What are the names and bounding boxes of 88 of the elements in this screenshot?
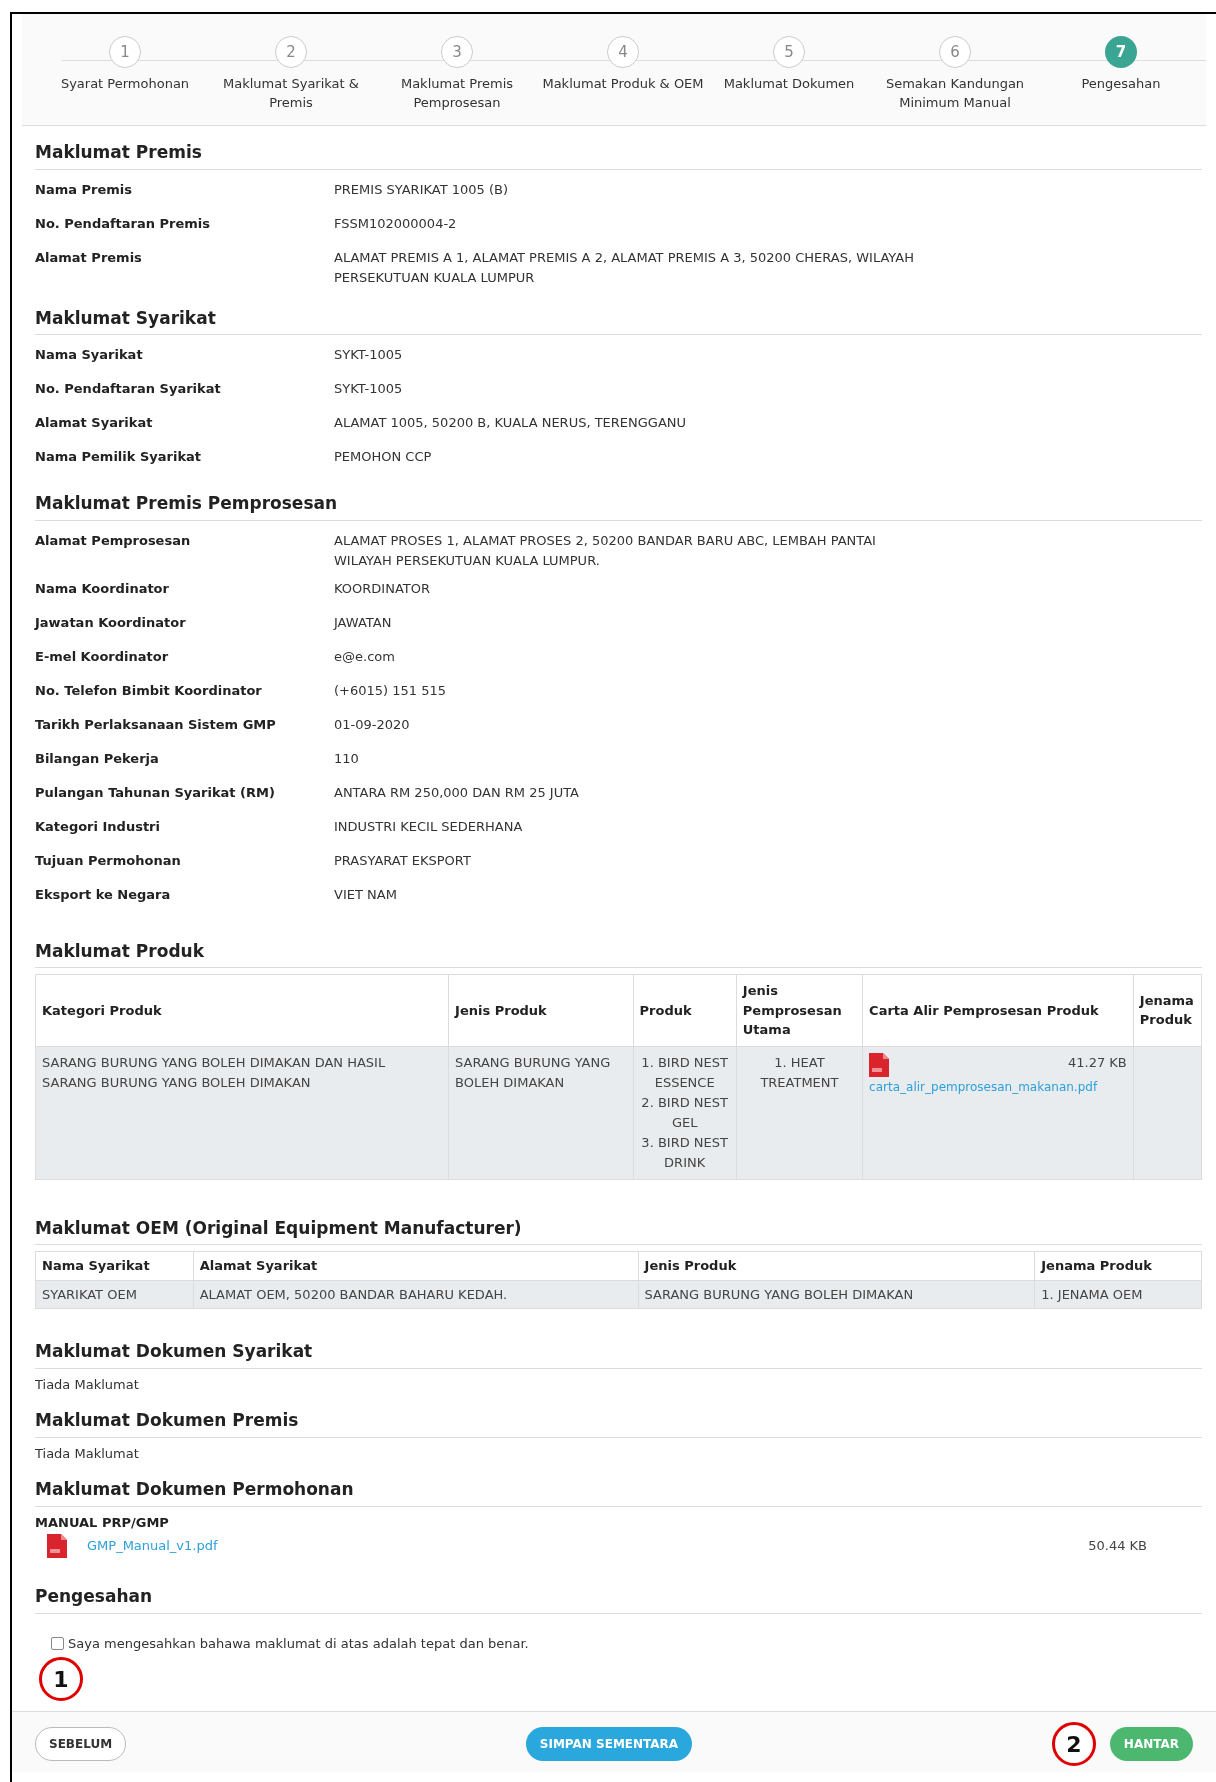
column-header: Jenama Produk (1034, 1251, 1202, 1280)
field-value: 01-09-2020 (334, 715, 411, 734)
field-value: 110 (334, 749, 360, 768)
table-cell: ALAMAT OEM, 50200 BANDAR BAHARU KEDAH. (193, 1280, 639, 1309)
file-size: 50.44 KB (1088, 1537, 1147, 1556)
column-header: Jenis Pemprosesan Utama (736, 974, 863, 1046)
confirmation-label: Saya mengesahkan bahawa maklumat di atas adalah tepat dan benar. (68, 1634, 529, 1653)
section-heading: Pengesahan (35, 1585, 154, 1608)
field-label: Tarikh Perlaksanaan Sistem GMP (35, 715, 277, 734)
list-item: 2. BIRD NEST GEL (640, 1093, 729, 1132)
field-label: Nama Pemilik Syarikat (35, 448, 203, 466)
field-value: PREMIS SYARIKAT 1005 (B) (334, 180, 509, 199)
section-heading: Maklumat Produk (35, 939, 205, 963)
confirmation-checkbox[interactable] (51, 1636, 64, 1650)
field-value: PEMOHON CCP (334, 448, 433, 466)
table-cell: SARANG BURUNG YANG BOLEH DIMAKAN DAN HASIL SARANG BURUNG YANG BOLEH DIMAKAN (35, 1046, 449, 1179)
field-label: Eksport ke Negara (35, 885, 172, 904)
field-value: ALAMAT 1005, 50200 B, KUALA NERUS, TERENGGANU (334, 414, 688, 432)
field-value: (+6015) 151 515 (334, 681, 447, 700)
back-button[interactable]: SEBELUM (35, 1727, 127, 1761)
field-value: KOORDINATOR (334, 579, 431, 598)
step-label: Maklumat Produk & OEM (541, 75, 705, 93)
field-label: Kategori Industri (35, 817, 161, 836)
section-heading: Maklumat Premis (35, 141, 203, 164)
step-label: Semakan Kandungan Minimum Manual (884, 75, 1026, 112)
field-label: Nama Premis (35, 180, 133, 199)
submit-button[interactable]: HANTAR (1109, 1727, 1193, 1761)
pdf-file-icon (869, 1052, 890, 1077)
field-value: e@e.com (334, 647, 396, 666)
column-header: Jenama Produk (1133, 974, 1202, 1046)
file-size: 41.27 KB (1068, 1053, 1127, 1072)
field-value: JAWATAN (334, 613, 393, 632)
empty-message: Tiada Maklumat (35, 1444, 140, 1463)
column-header: Produk (633, 974, 737, 1046)
field-value: PRASYARAT EKSPORT (334, 851, 472, 870)
section-heading: Maklumat OEM (Original Equipment Manufacturer) (35, 1216, 523, 1240)
column-header: Alamat Syarikat (193, 1251, 639, 1280)
document-group-title: MANUAL PRP/GMP (35, 1513, 170, 1532)
field-label: No. Pendaftaran Syarikat (35, 380, 222, 398)
field-label: Jawatan Koordinator (35, 613, 187, 632)
step-label: Maklumat Premis Pemprosesan (399, 75, 515, 112)
field-label: Alamat Syarikat (35, 414, 154, 432)
field-label: Alamat Pemprosesan (35, 531, 192, 550)
field-label: No. Telefon Bimbit Koordinator (35, 681, 263, 700)
table-cell: SARANG BURUNG YANG BOLEH DIMAKAN (448, 1046, 634, 1179)
section-heading: Maklumat Dokumen Syarikat (35, 1340, 314, 1363)
column-header: Jenis Produk (638, 1251, 1035, 1280)
field-value: ANTARA RM 250,000 DAN RM 25 JUTA (334, 783, 580, 802)
file-link[interactable]: GMP_Manual_v1.pdf (87, 1536, 218, 1556)
section-heading: Maklumat Dokumen Permohonan (35, 1478, 355, 1501)
step-label: Maklumat Syarikat & Premis (222, 75, 360, 112)
callout-marker: 1 (39, 1657, 83, 1701)
pdf-file-icon (47, 1534, 67, 1558)
step-label: Maklumat Dokumen (722, 75, 856, 93)
column-header: Kategori Produk (35, 974, 449, 1046)
list-item: 1. HEAT TREATMENT (759, 1053, 840, 1092)
field-label: Nama Koordinator (35, 579, 170, 598)
column-header: Nama Syarikat (35, 1251, 194, 1280)
field-value: SYKT-1005 (334, 380, 404, 398)
field-label: No. Pendaftaran Premis (35, 214, 212, 233)
field-value: SYKT-1005 (334, 346, 404, 364)
column-header: Jenis Produk (448, 974, 634, 1046)
field-value: ALAMAT PROSES 1, ALAMAT PROSES 2, 50200 BANDAR BARU ABC, LEMBAH PANTAI WILAYAH PERSEKUTUAN KUALA LUMPUR. (334, 531, 877, 570)
field-label: Nama Syarikat (35, 346, 144, 364)
field-value: ALAMAT PREMIS A 1, ALAMAT PREMIS A 2, ALAMAT PREMIS A 3, 50200 CHERAS, WILAYAH PERSEKUTUAN KUALA LUMPUR (334, 248, 915, 287)
callout-marker: 2 (1051, 1722, 1096, 1766)
step-label: Syarat Permohonan (59, 75, 191, 93)
section-heading: Maklumat Dokumen Premis (35, 1409, 300, 1432)
list-item: 1. BIRD NEST ESSENCE (640, 1053, 729, 1092)
field-label: E-mel Koordinator (35, 647, 170, 666)
step-label: Pengesahan (1080, 75, 1162, 93)
field-label: Alamat Premis (35, 248, 143, 267)
list-item: 3. BIRD NEST DRINK (640, 1133, 729, 1172)
table-cell: SARANG BURUNG YANG BOLEH DIMAKAN (638, 1280, 1035, 1309)
empty-message: Tiada Maklumat (35, 1375, 140, 1394)
field-value: VIET NAM (334, 885, 398, 904)
field-value: INDUSTRI KECIL SEDERHANA (334, 817, 524, 836)
field-label: Bilangan Pekerja (35, 749, 160, 768)
field-label: Tujuan Permohonan (35, 851, 182, 870)
table-cell: SYARIKAT OEM (35, 1280, 194, 1309)
table-cell: 1. JENAMA OEM (1034, 1280, 1202, 1309)
file-link[interactable]: carta_alir_pemprosesan_makanan.pdf (869, 1076, 1127, 1097)
save-draft-button[interactable]: SIMPAN SEMENTARA (525, 1727, 693, 1761)
field-label: Pulangan Tahunan Syarikat (RM) (35, 783, 276, 802)
section-heading: Maklumat Syarikat (35, 306, 217, 330)
field-value: FSSM102000004-2 (334, 214, 458, 233)
section-heading: Maklumat Premis Pemprosesan (35, 492, 339, 515)
column-header: Carta Alir Pemprosesan Produk (862, 974, 1134, 1046)
